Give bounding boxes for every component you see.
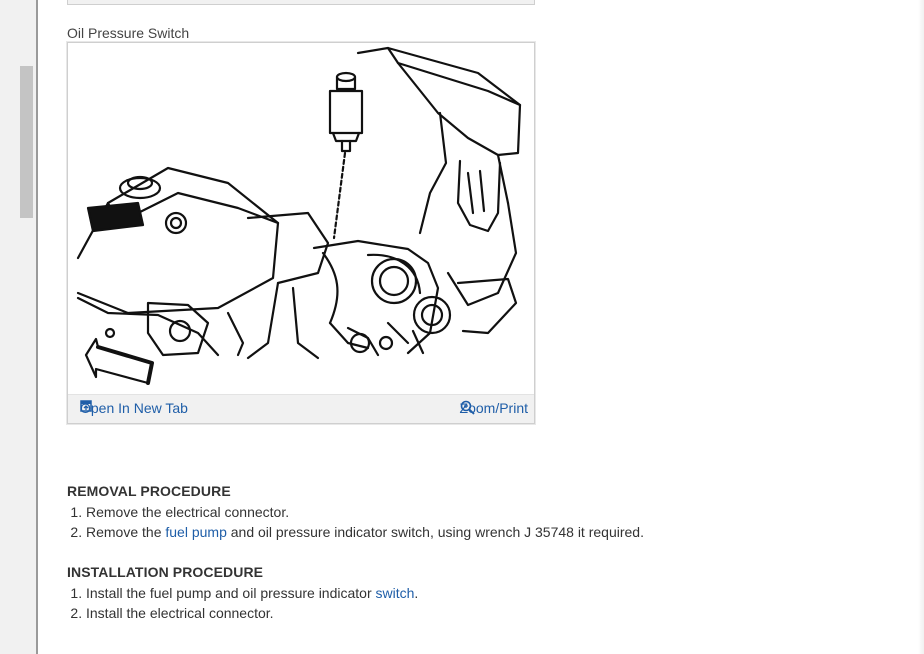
switch-link[interactable]: switch	[376, 585, 415, 601]
open-new-tab-icon	[80, 400, 92, 412]
figure-toolbar: Open In New Tab Zoom/Print	[68, 394, 534, 423]
list-item: Remove the electrical connector.	[86, 502, 644, 522]
left-gutter	[0, 0, 38, 654]
open-in-new-tab-label: Open In New Tab	[80, 400, 188, 416]
zoom-print-button[interactable]: Zoom/Print	[460, 400, 528, 416]
page-edge-shadow	[918, 0, 924, 654]
zoom-in-icon	[460, 400, 475, 415]
previous-figure-edge	[67, 0, 535, 5]
figure-box: Open In New Tab Zoom/Print	[67, 42, 535, 424]
fuel-pump-link[interactable]: fuel pump	[165, 524, 226, 540]
installation-procedure-title: INSTALLATION PROCEDURE	[67, 564, 264, 580]
installation-steps-list: Install the fuel pump and oil pressure i…	[67, 583, 418, 623]
figure-caption: Oil Pressure Switch	[67, 25, 190, 41]
scrollbar-thumb[interactable]	[20, 66, 33, 218]
removal-procedure-title: REMOVAL PROCEDURE	[67, 483, 231, 499]
list-item: Install the electrical connector.	[86, 603, 418, 623]
removal-steps-list: Remove the electrical connector. Remove …	[67, 502, 644, 542]
open-in-new-tab-button[interactable]: Open In New Tab	[80, 400, 188, 416]
removal-procedure-section: REMOVAL PROCEDURE Remove the electrical …	[67, 483, 644, 542]
list-item: Install the fuel pump and oil pressure i…	[86, 583, 418, 603]
engine-diagram[interactable]	[68, 43, 534, 393]
list-item: Remove the fuel pump and oil pressure in…	[86, 522, 644, 542]
installation-procedure-section: INSTALLATION PROCEDURE Install the fuel …	[67, 564, 418, 623]
